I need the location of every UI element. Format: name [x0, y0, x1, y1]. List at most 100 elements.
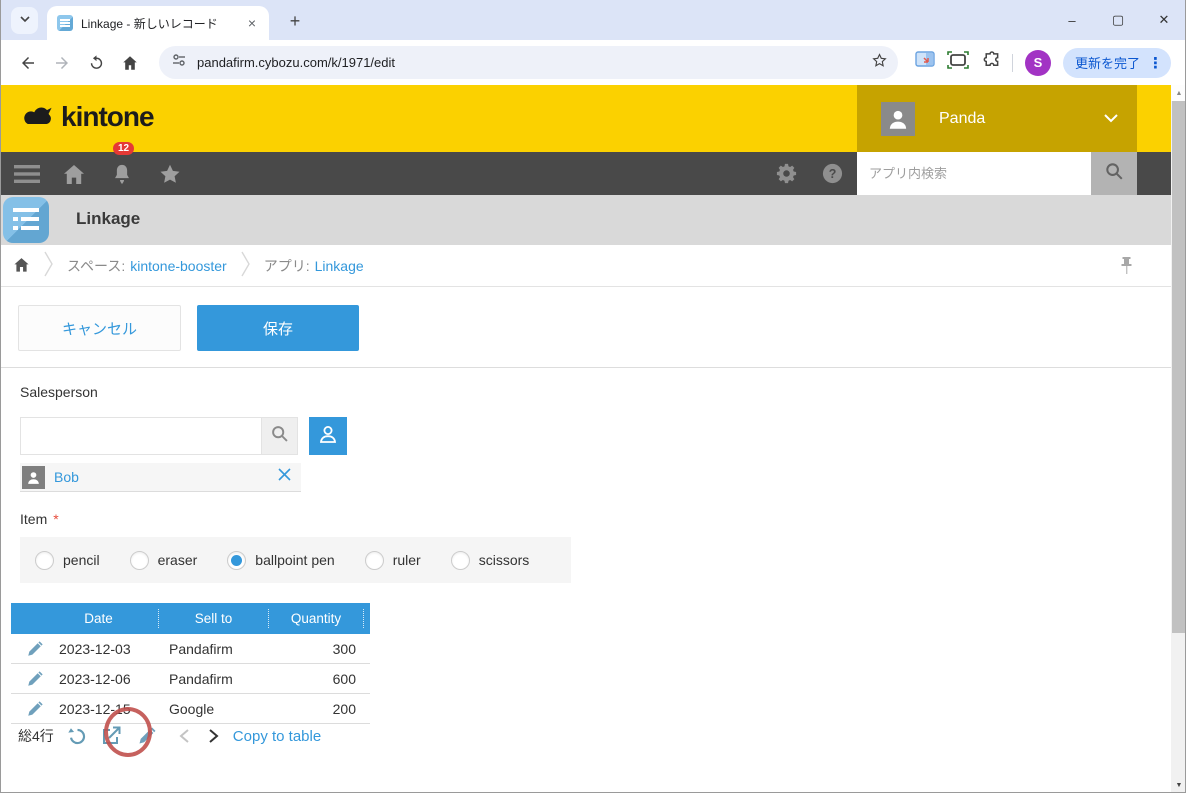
- pin-icon[interactable]: [1120, 256, 1133, 278]
- home-button[interactable]: [115, 48, 145, 78]
- help-icon[interactable]: ?: [817, 152, 847, 195]
- app-label: アプリ:: [264, 256, 310, 276]
- minimize-button[interactable]: –: [1049, 0, 1095, 40]
- radio-icon[interactable]: [227, 551, 246, 570]
- user-name: Panda: [939, 110, 1103, 128]
- window-controls: – ▢ ✕: [1049, 0, 1186, 40]
- user-menu[interactable]: Panda: [857, 85, 1137, 152]
- radio-option-pencil[interactable]: pencil: [35, 551, 100, 570]
- close-window-button[interactable]: ✕: [1141, 0, 1186, 40]
- save-button[interactable]: 保存: [197, 305, 359, 351]
- cancel-button[interactable]: キャンセル: [18, 305, 181, 351]
- settings-gear-icon[interactable]: [771, 152, 801, 195]
- site-settings-icon[interactable]: [171, 52, 187, 73]
- table-row: 2023-12-03 Pandafirm 300: [11, 634, 370, 664]
- breadcrumb-chevron-icon: [241, 251, 250, 280]
- cloud-icon: [21, 102, 57, 133]
- edit-row-pencil-icon[interactable]: [11, 670, 59, 688]
- page-next-icon[interactable]: [208, 729, 219, 743]
- screenshot-icon[interactable]: [947, 51, 969, 74]
- selected-user-chip: Bob: [20, 463, 301, 492]
- maximize-button[interactable]: ▢: [1095, 0, 1141, 40]
- edit-row-pencil-icon[interactable]: [11, 640, 59, 658]
- radio-label: eraser: [158, 552, 198, 568]
- radio-icon[interactable]: [451, 551, 470, 570]
- radio-option-ruler[interactable]: ruler: [365, 551, 421, 570]
- address-bar[interactable]: pandafirm.cybozu.com/k/1971/edit: [159, 46, 898, 79]
- radio-label: ballpoint pen: [255, 552, 334, 568]
- new-tab-button[interactable]: +: [283, 9, 307, 33]
- radio-icon[interactable]: [35, 551, 54, 570]
- item-label: Item*: [20, 511, 59, 527]
- column-header-quantity[interactable]: Quantity: [269, 609, 364, 628]
- total-rows-label: 総4行: [18, 726, 54, 746]
- bookmark-star-icon[interactable]: [871, 52, 888, 74]
- global-nav: 12 ?: [1, 152, 1171, 195]
- kintone-logo-text: kintone: [61, 101, 154, 133]
- radio-icon[interactable]: [365, 551, 384, 570]
- app-search-button[interactable]: [1091, 152, 1137, 195]
- edit-table-pencil-icon[interactable]: [137, 726, 157, 746]
- scroll-up-icon[interactable]: ▲: [1171, 85, 1186, 101]
- kintone-header: kintone Panda: [1, 85, 1171, 152]
- user-select-button[interactable]: [309, 417, 347, 455]
- back-button[interactable]: [13, 48, 43, 78]
- forward-button[interactable]: [47, 48, 77, 78]
- column-header-date[interactable]: Date: [11, 609, 159, 628]
- hamburger-menu-icon[interactable]: [13, 152, 41, 195]
- profile-avatar[interactable]: S: [1025, 50, 1051, 76]
- url-text[interactable]: pandafirm.cybozu.com/k/1971/edit: [197, 55, 871, 70]
- notifications-bell-icon[interactable]: 12: [107, 152, 137, 195]
- breadcrumb-home-icon[interactable]: [13, 256, 30, 276]
- app-icon[interactable]: [3, 197, 49, 243]
- page-scrollbar[interactable]: ▲ ▼: [1171, 85, 1186, 793]
- sales-table: Date Sell to Quantity 2023-12-03 Pandafi…: [11, 603, 370, 724]
- open-editor-icon[interactable]: [101, 726, 121, 746]
- side-panel-icon[interactable]: [915, 51, 935, 74]
- favorites-star-icon[interactable]: [155, 152, 185, 195]
- table-header: Date Sell to Quantity: [11, 603, 370, 634]
- cell-quantity: 600: [269, 671, 364, 687]
- update-label: 更新を完了: [1075, 53, 1140, 72]
- cell-date: 2023-12-03: [59, 641, 159, 657]
- copy-to-table-link[interactable]: Copy to table: [233, 728, 321, 745]
- cell-sell-to: Pandafirm: [159, 671, 269, 687]
- search-icon: [1103, 160, 1125, 187]
- browser-tab[interactable]: Linkage - 新しいレコード ×: [47, 6, 269, 40]
- table-footer: 総4行 Copy to table: [18, 720, 321, 752]
- browser-menu-icon[interactable]: ⋮: [1148, 54, 1163, 72]
- reload-button[interactable]: [81, 48, 111, 78]
- radio-option-scissors[interactable]: scissors: [451, 551, 530, 570]
- user-avatar-icon: [22, 466, 45, 489]
- close-tab-icon[interactable]: ×: [243, 14, 261, 32]
- space-link[interactable]: kintone-booster: [130, 258, 227, 274]
- app-search-input[interactable]: [857, 152, 1091, 195]
- selected-user-name[interactable]: Bob: [54, 469, 278, 485]
- salesperson-search-button[interactable]: [261, 417, 298, 455]
- tab-search-button[interactable]: [11, 7, 38, 34]
- salesperson-search-input[interactable]: [20, 417, 261, 455]
- required-mark: *: [53, 511, 58, 527]
- radio-label: pencil: [63, 552, 100, 568]
- cell-quantity: 200: [269, 701, 364, 717]
- radio-option-eraser[interactable]: eraser: [130, 551, 198, 570]
- remove-user-icon[interactable]: [278, 468, 291, 486]
- breadcrumb: スペース: kintone-booster アプリ: Linkage: [1, 245, 1171, 287]
- person-icon: [316, 422, 340, 451]
- portal-home-icon[interactable]: [59, 152, 89, 195]
- radio-icon[interactable]: [130, 551, 149, 570]
- scrollbar-thumb[interactable]: [1172, 101, 1186, 633]
- page-previous-icon[interactable]: [179, 729, 190, 743]
- scroll-down-icon[interactable]: ▼: [1171, 777, 1186, 793]
- radio-option-ballpoint-pen[interactable]: ballpoint pen: [227, 551, 334, 570]
- extensions-icon[interactable]: [981, 51, 1000, 75]
- edit-row-pencil-icon[interactable]: [11, 700, 59, 718]
- refresh-icon[interactable]: [67, 726, 88, 747]
- update-complete-button[interactable]: 更新を完了 ⋮: [1063, 48, 1171, 78]
- app-link[interactable]: Linkage: [315, 258, 364, 274]
- column-header-sell-to[interactable]: Sell to: [159, 609, 269, 628]
- toolbar-right: S 更新を完了 ⋮: [915, 40, 1171, 85]
- user-avatar-icon: [881, 102, 915, 136]
- toolbar-separator: [1012, 54, 1013, 72]
- kintone-logo[interactable]: kintone: [21, 101, 154, 133]
